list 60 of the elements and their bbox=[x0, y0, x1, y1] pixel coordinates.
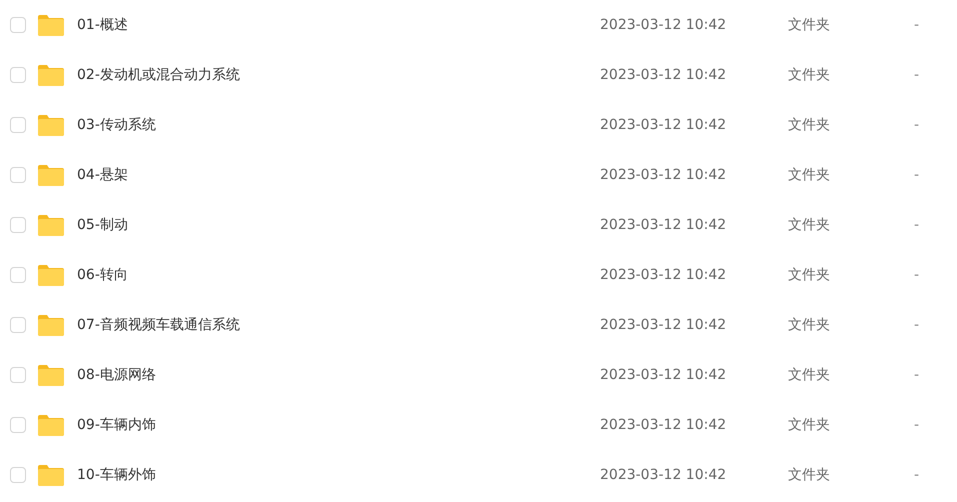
folder-icon bbox=[38, 314, 64, 336]
file-type: 文件夹 bbox=[788, 266, 831, 284]
folder-name[interactable]: 03-传动系统 bbox=[77, 116, 600, 134]
checkbox[interactable] bbox=[10, 417, 26, 433]
file-type: 文件夹 bbox=[788, 316, 831, 334]
folder-name[interactable]: 09-车辆内饰 bbox=[77, 416, 600, 434]
file-size: - bbox=[914, 167, 920, 183]
file-type: 文件夹 bbox=[788, 466, 831, 484]
folder-name[interactable]: 05-制动 bbox=[77, 216, 600, 234]
file-type: 文件夹 bbox=[788, 16, 831, 34]
file-type: 文件夹 bbox=[788, 116, 831, 134]
modified-date: 2023-03-12 10:42 bbox=[600, 217, 728, 233]
folder-icon bbox=[38, 214, 64, 236]
checkbox[interactable] bbox=[10, 67, 26, 83]
folder-name[interactable]: 04-悬架 bbox=[77, 166, 600, 184]
file-size: - bbox=[914, 217, 920, 233]
modified-date: 2023-03-12 10:42 bbox=[600, 17, 728, 33]
file-size: - bbox=[914, 67, 920, 83]
folder-icon bbox=[38, 114, 64, 136]
folder-name[interactable]: 08-电源网络 bbox=[77, 366, 600, 384]
folder-name[interactable]: 10-车辆外饰 bbox=[77, 466, 600, 484]
folder-name[interactable]: 02-发动机或混合动力系统 bbox=[77, 66, 600, 84]
folder-icon bbox=[38, 364, 64, 386]
folder-icon bbox=[38, 64, 64, 86]
file-type: 文件夹 bbox=[788, 366, 831, 384]
checkbox[interactable] bbox=[10, 317, 26, 333]
checkbox[interactable] bbox=[10, 467, 26, 483]
file-type: 文件夹 bbox=[788, 166, 831, 184]
modified-date: 2023-03-12 10:42 bbox=[600, 317, 728, 333]
folder-name[interactable]: 06-转向 bbox=[77, 266, 600, 284]
checkbox[interactable] bbox=[10, 267, 26, 283]
checkbox[interactable] bbox=[10, 217, 26, 233]
file-size: - bbox=[914, 317, 920, 333]
modified-date: 2023-03-12 10:42 bbox=[600, 417, 728, 433]
file-size: - bbox=[914, 17, 920, 33]
file-size: - bbox=[914, 417, 920, 433]
modified-date: 2023-03-12 10:42 bbox=[600, 167, 728, 183]
file-type: 文件夹 bbox=[788, 216, 831, 234]
file-size: - bbox=[914, 117, 920, 133]
modified-date: 2023-03-12 10:42 bbox=[600, 117, 728, 133]
modified-date: 2023-03-12 10:42 bbox=[600, 67, 728, 83]
folder-name[interactable]: 07-音频视频车载通信系统 bbox=[77, 316, 600, 334]
modified-date: 2023-03-12 10:42 bbox=[600, 267, 728, 283]
checkbox[interactable] bbox=[10, 167, 26, 183]
file-type: 文件夹 bbox=[788, 66, 831, 84]
folder-icon bbox=[38, 264, 64, 286]
folder-icon bbox=[38, 414, 64, 436]
modified-date: 2023-03-12 10:42 bbox=[600, 367, 728, 383]
folder-name[interactable]: 01-概述 bbox=[77, 16, 600, 34]
checkbox[interactable] bbox=[10, 117, 26, 133]
folder-icon bbox=[38, 464, 64, 486]
file-size: - bbox=[914, 367, 920, 383]
checkbox[interactable] bbox=[10, 367, 26, 383]
file-size: - bbox=[914, 467, 920, 483]
file-type: 文件夹 bbox=[788, 416, 831, 434]
file-size: - bbox=[914, 267, 920, 283]
modified-date: 2023-03-12 10:42 bbox=[600, 467, 728, 483]
folder-icon bbox=[38, 164, 64, 186]
checkbox[interactable] bbox=[10, 17, 26, 33]
folder-icon bbox=[38, 14, 64, 36]
